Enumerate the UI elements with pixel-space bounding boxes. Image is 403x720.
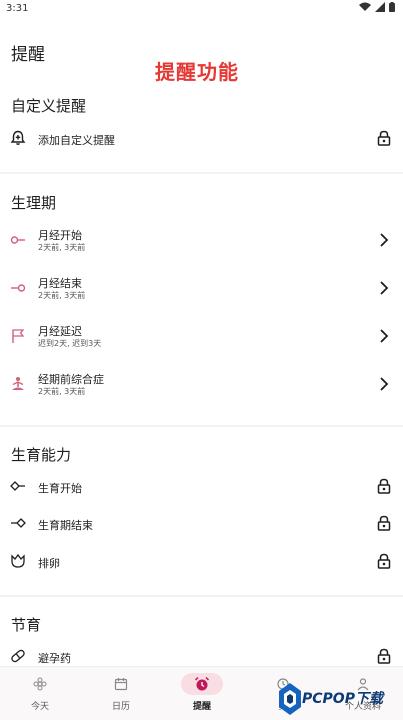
lock-icon <box>377 515 391 531</box>
ovulation-row[interactable]: 排卵 <box>0 539 403 583</box>
row-subtitle: 迟到2天, 迟到3天 <box>38 339 102 348</box>
watermark-logo: PCPOP下载 <box>278 680 403 720</box>
period-end-row[interactable]: 月经结束 2天前, 3天前 <box>0 266 403 310</box>
lock-icon <box>377 648 391 664</box>
promo-banner: 提醒功能 <box>155 60 239 84</box>
nav-calendar[interactable]: 日历 <box>81 673 161 719</box>
period-start-row[interactable]: 月经开始 2天前, 3天前 <box>0 218 403 262</box>
row-title: 月经延迟 <box>38 325 82 338</box>
lock-icon <box>377 130 391 146</box>
add-custom-reminder-row[interactable]: 添加自定义提醒 <box>0 116 403 160</box>
pcpop-logo-icon <box>279 683 301 715</box>
watermark-text: PCPOP下载 <box>302 691 383 707</box>
period-end-icon <box>10 280 26 296</box>
tulip-icon <box>10 553 26 569</box>
chevron-right-icon <box>377 376 391 392</box>
row-title: 月经结束 <box>38 277 82 290</box>
chevron-right-icon <box>377 280 391 296</box>
row-title: 生育开始 <box>38 482 82 495</box>
alarm-clock-icon <box>181 673 223 695</box>
chevron-right-icon <box>377 328 391 344</box>
signal-icon <box>375 2 385 12</box>
row-title: 避孕药 <box>38 652 71 665</box>
section-header-fertility: 生育能力 <box>11 446 72 464</box>
status-time: 3:31 <box>6 3 29 14</box>
period-delay-row[interactable]: 月经延迟 迟到2天, 迟到3天 <box>0 314 403 358</box>
fertile-start-icon <box>10 478 26 494</box>
nav-label: 日历 <box>111 702 130 712</box>
fertile-end-icon <box>10 515 26 531</box>
battery-icon <box>389 2 395 12</box>
row-subtitle: 2天前, 3天前 <box>38 243 86 252</box>
status-icons <box>359 2 395 12</box>
nav-today[interactable]: 今天 <box>0 673 80 719</box>
calendar-icon <box>100 673 142 695</box>
lock-icon <box>377 553 391 569</box>
bell-plus-icon <box>10 130 26 146</box>
pill-icon <box>10 648 26 664</box>
nav-label: 今天 <box>30 702 49 712</box>
section-divider <box>0 595 403 597</box>
meditation-icon <box>10 376 26 392</box>
section-divider <box>0 172 403 174</box>
period-start-icon <box>10 232 26 248</box>
wifi-icon <box>359 2 371 12</box>
row-title: 月经开始 <box>38 229 82 242</box>
section-header-contraception: 节育 <box>11 616 42 634</box>
row-subtitle: 2天前, 3天前 <box>38 291 86 300</box>
section-divider <box>0 425 403 427</box>
flag-icon <box>10 328 26 344</box>
flower-icon <box>19 673 61 695</box>
nav-label: 提醒 <box>192 702 211 712</box>
chevron-right-icon <box>377 232 391 248</box>
pms-row[interactable]: 经期前综合症 2天前, 3天前 <box>0 362 403 406</box>
row-title: 排卵 <box>38 557 60 570</box>
status-bar: 3:31 <box>0 0 403 18</box>
lock-icon <box>377 478 391 494</box>
section-header-period: 生理期 <box>11 194 57 212</box>
page-title: 提醒 <box>11 45 45 65</box>
row-subtitle: 2天前, 3天前 <box>38 387 86 396</box>
section-header-custom: 自定义提醒 <box>11 97 87 115</box>
row-title: 生育期结束 <box>38 519 93 532</box>
row-title: 添加自定义提醒 <box>38 134 115 147</box>
row-title: 经期前综合症 <box>38 373 104 386</box>
nav-reminders[interactable]: 提醒 <box>162 673 242 719</box>
